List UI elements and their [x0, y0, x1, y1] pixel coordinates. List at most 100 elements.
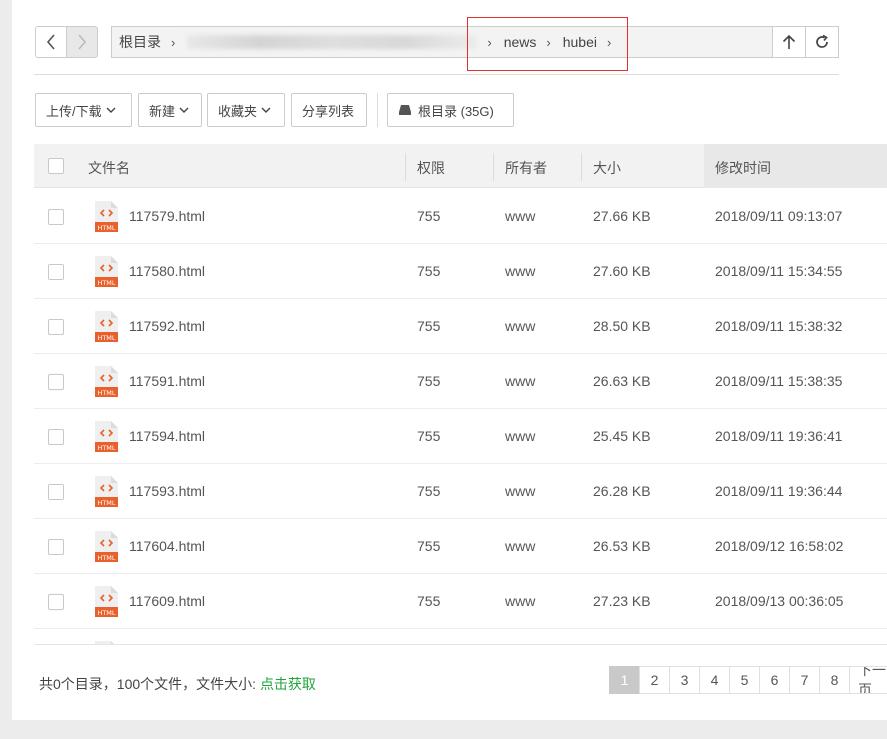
- favorites-label: 收藏夹: [218, 103, 258, 119]
- chevron-right-icon: ›: [171, 34, 176, 50]
- html-file-icon: HTML: [95, 531, 118, 562]
- next-page-button[interactable]: 下一页: [849, 666, 887, 694]
- file-name[interactable]: 117592.html: [129, 318, 205, 334]
- file-name[interactable]: 117593.html: [129, 483, 205, 499]
- table-row[interactable]: HTML 117592.html 755 www 28.50 KB 2018/0…: [34, 299, 887, 354]
- table-row[interactable]: HTML 117591.html 755 www 26.63 KB 2018/0…: [34, 354, 887, 409]
- table-row[interactable]: HTML 117594.html 755 www 25.45 KB 2018/0…: [34, 409, 887, 464]
- row-checkbox[interactable]: [48, 484, 64, 500]
- parent-directory-button[interactable]: [772, 26, 806, 58]
- file-name[interactable]: 117594.html: [129, 428, 205, 444]
- file-name[interactable]: 117591.html: [129, 373, 205, 389]
- file-owner[interactable]: www: [505, 538, 535, 554]
- column-header-permission[interactable]: 权限: [417, 158, 445, 178]
- svg-text:HTML: HTML: [97, 444, 115, 452]
- chevron-right-icon: ›: [487, 34, 492, 50]
- file-owner[interactable]: www: [505, 428, 535, 444]
- row-checkbox[interactable]: [48, 264, 64, 280]
- row-checkbox[interactable]: [48, 539, 64, 555]
- html-file-icon: HTML: [95, 586, 118, 617]
- page-button-3[interactable]: 3: [669, 666, 700, 694]
- file-list: HTML 117579.html 755 www 27.66 KB 2018/0…: [34, 189, 887, 644]
- file-owner[interactable]: www: [505, 208, 535, 224]
- footer-divider: [34, 644, 887, 645]
- table-row[interactable]: HTML 117580.html 755 www 27.60 KB 2018/0…: [34, 244, 887, 299]
- refresh-icon: [816, 34, 828, 48]
- file-permission[interactable]: 755: [417, 428, 440, 444]
- page-button-4[interactable]: 4: [699, 666, 730, 694]
- svg-text:HTML: HTML: [97, 224, 115, 232]
- file-modified-time: 2018/09/11 09:13:07: [715, 208, 843, 224]
- favorites-button[interactable]: 收藏夹: [207, 93, 285, 127]
- page-button-7[interactable]: 7: [789, 666, 820, 694]
- chevron-right-icon: ›: [546, 34, 551, 50]
- table-row[interactable]: HTML 117609.html 755 www 27.23 KB 2018/0…: [34, 574, 887, 629]
- select-all-checkbox[interactable]: [48, 158, 64, 174]
- column-header-modified[interactable]: 修改时间: [715, 158, 771, 178]
- page-button-8[interactable]: 8: [819, 666, 850, 694]
- page-button-1[interactable]: 1: [609, 666, 640, 694]
- page-button-6[interactable]: 6: [759, 666, 790, 694]
- file-name[interactable]: 117604.html: [129, 538, 205, 554]
- forward-button[interactable]: [66, 26, 98, 58]
- file-owner[interactable]: www: [505, 373, 535, 389]
- html-file-icon: HTML: [95, 311, 118, 342]
- file-owner[interactable]: www: [505, 593, 535, 609]
- refresh-button[interactable]: [805, 26, 839, 58]
- disk-root-label: 根目录 (35G): [418, 103, 494, 119]
- svg-text:HTML: HTML: [97, 389, 115, 397]
- upload-download-button[interactable]: 上传/下载: [35, 93, 132, 127]
- file-permission[interactable]: 755: [417, 208, 440, 224]
- breadcrumb-news[interactable]: › news ›: [487, 34, 562, 50]
- hard-drive-icon: [399, 105, 411, 115]
- svg-text:HTML: HTML: [97, 279, 115, 287]
- chevron-down-icon: [106, 107, 116, 113]
- chevron-right-icon: ›: [606, 34, 612, 50]
- row-checkbox[interactable]: [48, 374, 64, 390]
- file-modified-time: 2018/09/11 15:38:32: [715, 318, 843, 334]
- file-permission[interactable]: 755: [417, 263, 440, 279]
- row-checkbox[interactable]: [48, 429, 64, 445]
- row-checkbox[interactable]: [48, 319, 64, 335]
- page-button-5[interactable]: 5: [729, 666, 760, 694]
- svg-text:HTML: HTML: [97, 334, 115, 342]
- file-modified-time: 2018/09/13 00:36:05: [715, 593, 844, 609]
- file-owner[interactable]: www: [505, 263, 535, 279]
- new-button[interactable]: 新建: [138, 93, 202, 127]
- file-name[interactable]: 117609.html: [129, 593, 205, 609]
- disk-root-button[interactable]: 根目录 (35G): [387, 93, 514, 127]
- back-button[interactable]: [35, 26, 67, 58]
- table-row[interactable]: [34, 629, 887, 644]
- file-owner[interactable]: www: [505, 318, 535, 334]
- breadcrumb-news-label: news: [503, 34, 537, 50]
- path-breadcrumb[interactable]: 根目录 › › news › hubei ›: [111, 26, 773, 58]
- directory-summary: 共0个目录，100个文件，文件大小: 点击获取: [39, 674, 316, 694]
- file-permission[interactable]: 755: [417, 373, 440, 389]
- table-row[interactable]: HTML 117604.html 755 www 26.53 KB 2018/0…: [34, 519, 887, 574]
- column-header-owner[interactable]: 所有者: [505, 158, 547, 178]
- file-permission[interactable]: 755: [417, 593, 440, 609]
- column-header-size[interactable]: 大小: [593, 158, 621, 178]
- file-permission[interactable]: 755: [417, 318, 440, 334]
- table-row[interactable]: HTML 117593.html 755 www 26.28 KB 2018/0…: [34, 464, 887, 519]
- page-button-2[interactable]: 2: [639, 666, 670, 694]
- file-name[interactable]: 117579.html: [129, 208, 205, 224]
- html-file-icon: HTML: [95, 421, 118, 452]
- share-list-button[interactable]: 分享列表: [291, 93, 367, 127]
- summary-text: 共0个目录，100个文件，文件大小:: [39, 676, 257, 692]
- row-checkbox[interactable]: [48, 594, 64, 610]
- table-header: 文件名 权限 所有者 大小 修改时间: [34, 144, 887, 188]
- file-owner[interactable]: www: [505, 483, 535, 499]
- column-header-name[interactable]: 文件名: [88, 158, 130, 178]
- breadcrumb-hubei-label: hubei: [562, 34, 597, 50]
- breadcrumb-hubei[interactable]: hubei ›: [563, 34, 624, 50]
- breadcrumb-root[interactable]: 根目录 ›: [119, 32, 187, 52]
- fetch-size-link[interactable]: 点击获取: [260, 676, 316, 692]
- row-checkbox[interactable]: [48, 209, 64, 225]
- breadcrumb-redacted: [187, 35, 478, 49]
- file-permission[interactable]: 755: [417, 483, 440, 499]
- table-row[interactable]: HTML 117579.html 755 www 27.66 KB 2018/0…: [34, 189, 887, 244]
- file-name[interactable]: 117580.html: [129, 263, 205, 279]
- file-permission[interactable]: 755: [417, 538, 440, 554]
- chevron-right-icon: [78, 34, 87, 50]
